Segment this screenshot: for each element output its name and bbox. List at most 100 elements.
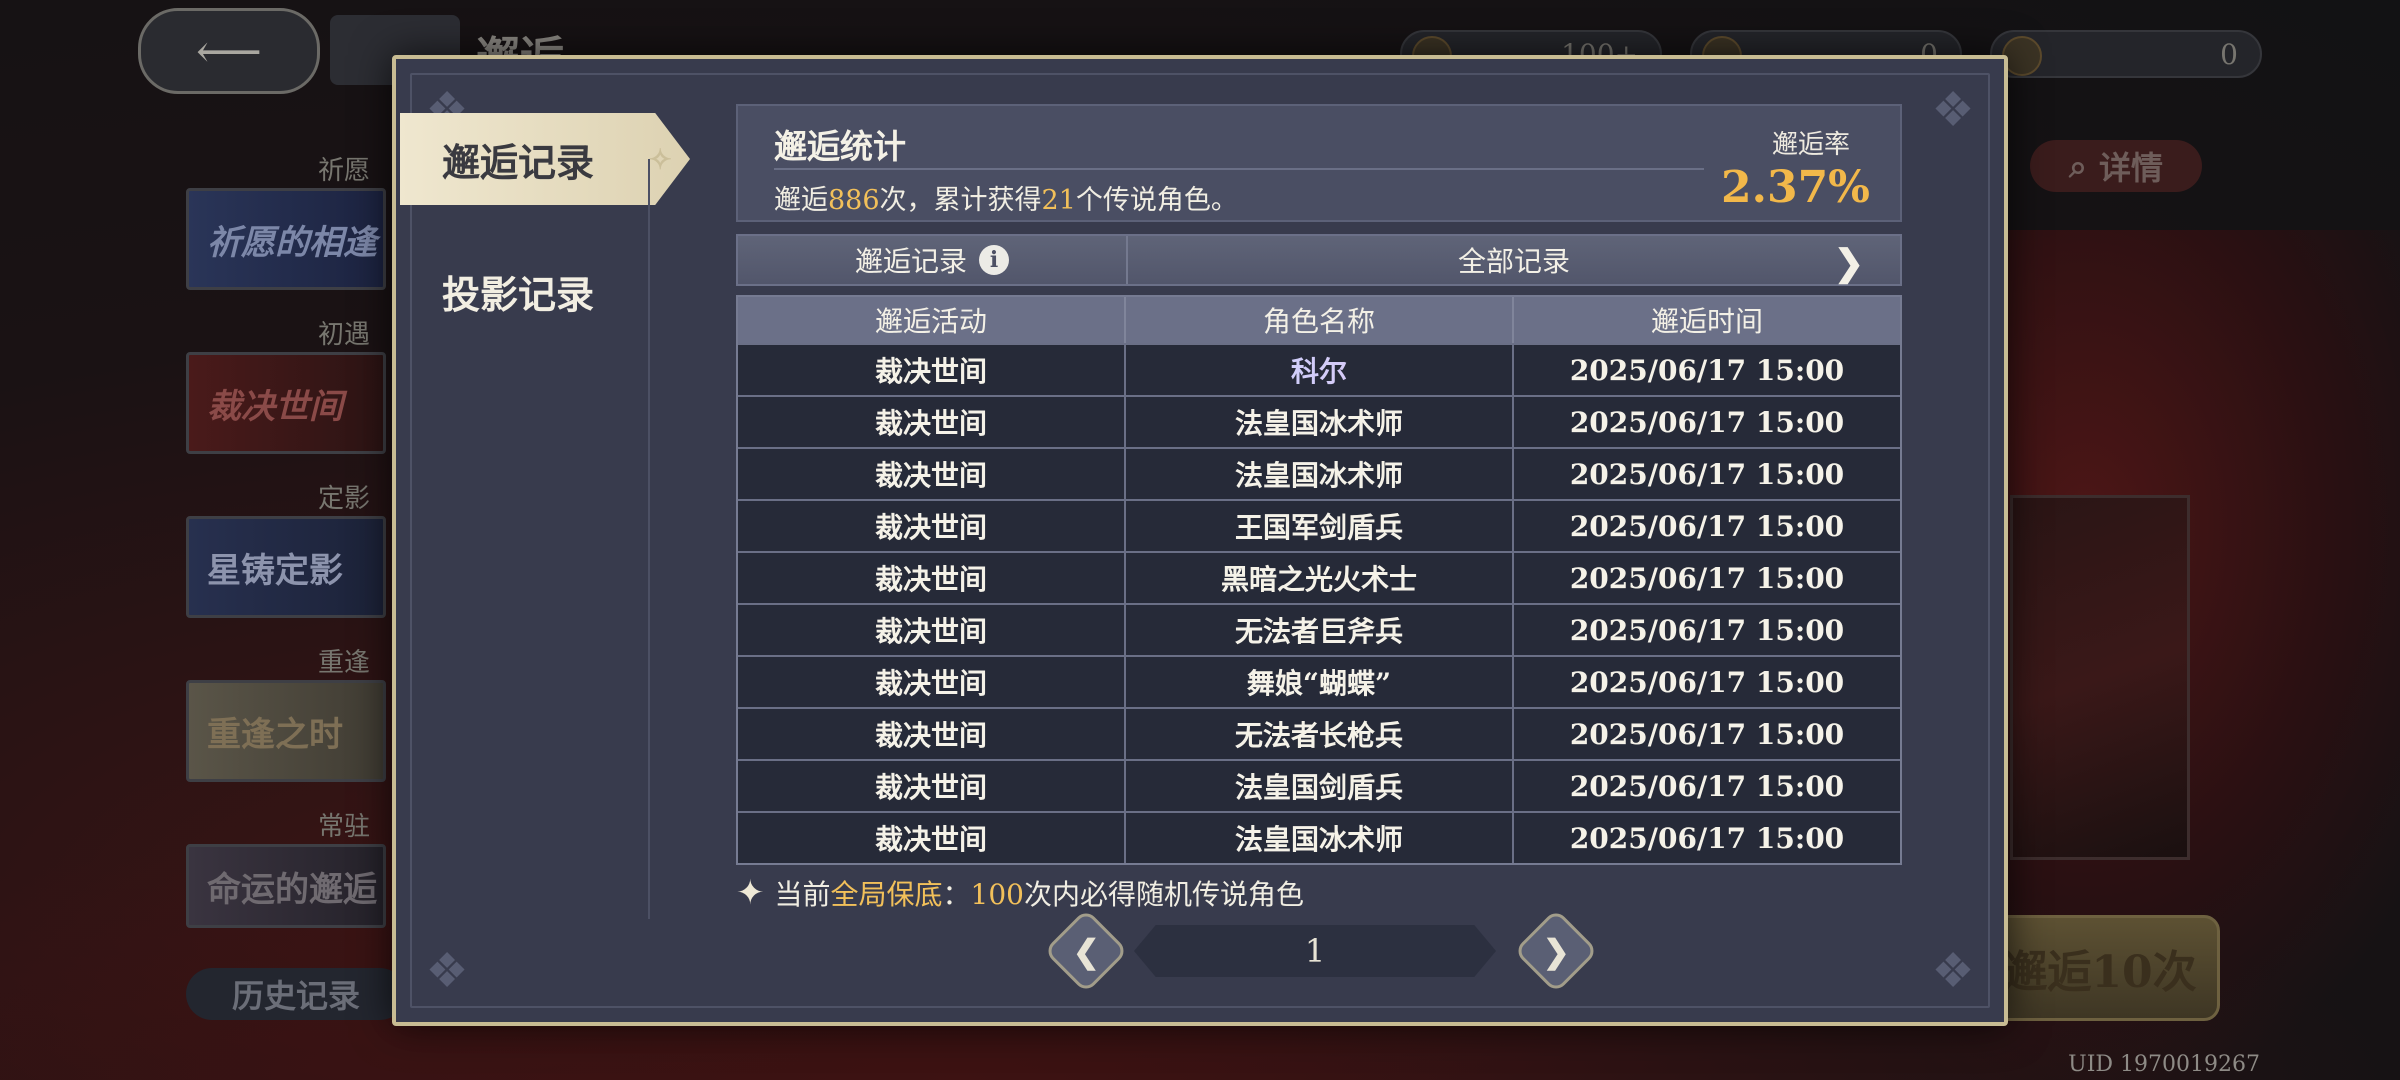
cell-time: 2025/06/17 15:00 <box>1569 457 1845 491</box>
stats-summary: 邂逅886次，累计获得21个传说角色。 <box>774 178 1238 217</box>
banner-card-judgment[interactable]: 裁决世间 <box>186 352 386 454</box>
corner-ornament-icon: ❖ <box>1931 943 1975 999</box>
tab-projection-records[interactable]: 投影记录 <box>400 245 690 337</box>
tab-encounter-records[interactable]: 邂逅记录 ✧ <box>400 113 690 205</box>
pity-notice: ✦ 当前全局保底：100次内必得随机传说角色 <box>736 871 1304 915</box>
chevron-left-icon: ❮ <box>1072 932 1100 970</box>
table-row: 裁决世间 黑暗之光火术士 2025/06/17 15:00 <box>738 551 1900 603</box>
cell-character: 王国军剑盾兵 <box>1126 501 1514 551</box>
tab-label: 邂逅记录 <box>442 139 595 185</box>
detail-button[interactable]: ⌕ 详情 <box>2030 140 2202 192</box>
stats-title: 邂逅统计 <box>774 127 906 166</box>
banner-card-wish[interactable]: 祈愿的相逢 <box>186 188 386 290</box>
header-character: 角色名称 <box>1126 297 1514 343</box>
resource-value-3: 0 <box>2220 37 2238 71</box>
tab-label: 投影记录 <box>442 271 595 317</box>
cell-activity: 裁决世间 <box>738 553 1126 603</box>
cell-time: 2025/06/17 15:00 <box>1569 769 1845 803</box>
pity-colon: ： <box>942 878 971 911</box>
resource-counter-3[interactable]: 0 <box>1990 30 2262 78</box>
history-button[interactable]: 历史记录 <box>186 968 406 1020</box>
banner-card-standard[interactable]: 命运的邂逅 <box>186 844 386 928</box>
cell-time: 2025/06/17 15:00 <box>1569 353 1845 387</box>
table-row: 裁决世间 法皇国冰术师 2025/06/17 15:00 <box>738 447 1900 499</box>
header-time: 邂逅时间 <box>1650 305 1763 338</box>
pull-ten-button[interactable]: 邂逅10次 <box>1980 915 2220 1021</box>
pity-suffix: 次内必得随机传说角色 <box>1024 878 1305 911</box>
page-number: 1 <box>1134 925 1496 977</box>
pull-count: 886 <box>828 185 880 216</box>
side-label-fixed: 定影 <box>317 484 370 514</box>
magnifier-icon: ⌕ <box>2069 146 2087 185</box>
cell-activity: 裁决世间 <box>738 605 1126 655</box>
legend-count: 21 <box>1041 185 1076 216</box>
table-row: 裁决世间 无法者巨斧兵 2025/06/17 15:00 <box>738 603 1900 655</box>
summary-suffix: 个传说角色。 <box>1075 185 1238 216</box>
cell-character: 法皇国冰术师 <box>1126 449 1514 499</box>
uid-label: UID 1970019267 <box>2068 1052 2260 1077</box>
cell-time: 2025/06/17 15:00 <box>1569 613 1845 647</box>
cell-character-legendary: 科尔 <box>1126 345 1514 395</box>
cell-time: 2025/06/17 15:00 <box>1569 717 1845 751</box>
banner-card-star[interactable]: 星铸定影 <box>186 516 386 618</box>
side-label-first: 初遇 <box>317 320 370 350</box>
cell-time: 2025/06/17 15:00 <box>1569 665 1845 699</box>
summary-middle: 次，累计获得 <box>879 185 1042 216</box>
cell-character: 法皇国冰术师 <box>1126 813 1514 863</box>
info-icon[interactable]: i <box>979 245 1009 275</box>
stats-divider <box>774 168 1704 170</box>
back-button[interactable]: ⟵ <box>138 8 320 94</box>
corner-ornament-icon: ❖ <box>1931 82 1975 138</box>
cell-activity: 裁决世间 <box>738 709 1126 759</box>
rate-label: 邂逅率 <box>1771 130 1850 160</box>
next-page-button[interactable]: ❯ <box>1513 908 1599 994</box>
chevron-right-icon: ❯ <box>1542 932 1570 970</box>
cell-character: 无法者巨斧兵 <box>1126 605 1514 655</box>
stats-panel: 邂逅统计 邂逅886次，累计获得21个传说角色。 邂逅率 2.37% <box>736 104 1902 222</box>
cell-time: 2025/06/17 15:00 <box>1569 821 1845 855</box>
cell-activity: 裁决世间 <box>738 813 1126 863</box>
tab-column: 邂逅记录 ✧ 投影记录 <box>396 59 690 1022</box>
table-row: 裁决世间 法皇国冰术师 2025/06/17 15:00 <box>738 811 1900 863</box>
prev-page-button[interactable]: ❮ <box>1043 908 1129 994</box>
detail-label: 详情 <box>2098 149 2163 187</box>
tab-divider <box>648 159 650 919</box>
cell-activity: 裁决世间 <box>738 345 1126 395</box>
summary-prefix: 邂逅 <box>774 185 828 216</box>
header-activity: 邂逅活动 <box>738 297 1126 343</box>
rate-value: 2.37% <box>1721 162 1870 213</box>
side-label-wish: 祈愿 <box>317 156 370 186</box>
table-row: 裁决世间 舞娘“蝴蝶” 2025/06/17 15:00 <box>738 655 1900 707</box>
gacha-history-dialog: ❖ ❖ ❖ ❖ 邂逅记录 ✧ 投影记录 邂逅统计 邂逅886次，累计获得21个传… <box>392 55 2008 1026</box>
pity-count: 100 <box>970 878 1024 911</box>
record-type-text: 邂逅记录 <box>854 245 967 278</box>
table-row: 裁决世间 无法者长枪兵 2025/06/17 15:00 <box>738 707 1900 759</box>
cell-activity: 裁决世间 <box>738 449 1126 499</box>
cell-character: 无法者长枪兵 <box>1126 709 1514 759</box>
table-row: 裁决世间 法皇国剑盾兵 2025/06/17 15:00 <box>738 759 1900 811</box>
cell-activity: 裁决世间 <box>738 501 1126 551</box>
cell-character: 黑暗之光火术士 <box>1126 553 1514 603</box>
cell-time: 2025/06/17 15:00 <box>1569 509 1845 543</box>
table-header: 邂逅活动 角色名称 邂逅时间 <box>738 297 1900 343</box>
tab-ornament-icon: ✧ <box>648 143 672 176</box>
cell-character: 法皇国冰术师 <box>1126 397 1514 447</box>
sparkle-icon: ✦ <box>736 873 765 913</box>
star-ticket-icon <box>2002 36 2042 76</box>
banner-art <box>2010 495 2190 860</box>
back-arrow-icon: ⟵ <box>196 24 262 78</box>
table-row: 裁决世间 王国军剑盾兵 2025/06/17 15:00 <box>738 499 1900 551</box>
filter-bar: 邂逅记录 i 全部记录 ❯ <box>736 234 1902 286</box>
cell-character: 法皇国剑盾兵 <box>1126 761 1514 811</box>
side-label-standard: 常驻 <box>317 812 370 842</box>
banner-card-reunion[interactable]: 重逢之时 <box>186 680 386 782</box>
cell-activity: 裁决世间 <box>738 657 1126 707</box>
table-row: 裁决世间 法皇国冰术师 2025/06/17 15:00 <box>738 395 1900 447</box>
record-filter-dropdown[interactable]: 全部记录 ❯ <box>1128 236 1900 284</box>
cell-activity: 裁决世间 <box>738 761 1126 811</box>
records-table: 邂逅活动 角色名称 邂逅时间 裁决世间 科尔 2025/06/17 15:00 … <box>736 295 1902 865</box>
cell-character: 舞娘“蝴蝶” <box>1126 657 1514 707</box>
table-row: 裁决世间 科尔 2025/06/17 15:00 <box>738 343 1900 395</box>
cell-activity: 裁决世间 <box>738 397 1126 447</box>
record-type-label: 邂逅记录 i <box>738 236 1128 284</box>
